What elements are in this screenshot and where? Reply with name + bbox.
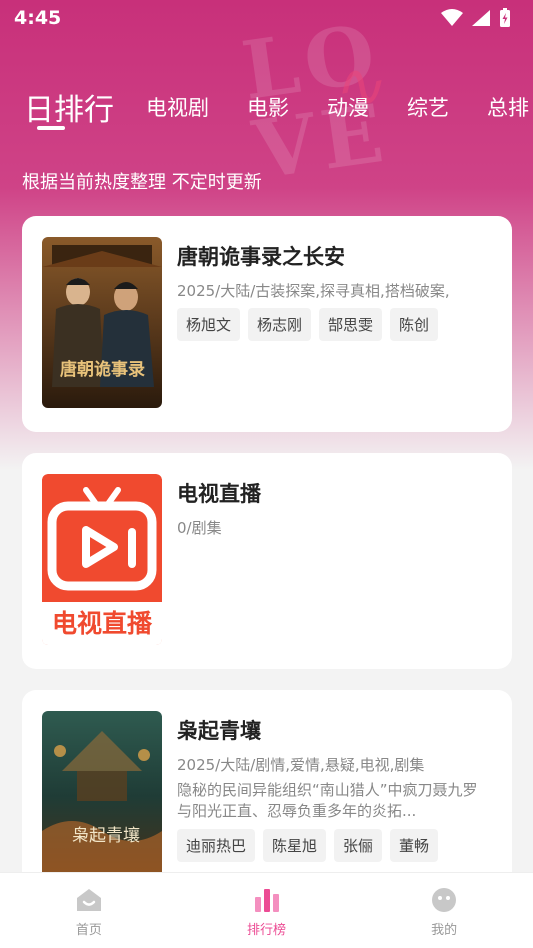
poster-image: 枭起青壤 (42, 711, 162, 882)
profile-icon (432, 888, 457, 912)
nav-profile[interactable]: 我的 (355, 873, 533, 948)
card-title: 枭起青壤 (177, 719, 261, 743)
card-description: 隐秘的民间异能组织“南山猎人”中疯刀聂九罗与阳光正直、忍辱负重多年的炎拓... (177, 781, 478, 820)
poster-image: 唐朝诡事录 (42, 237, 162, 408)
page-subtitle: 根据当前热度整理 不定时更新 (22, 172, 262, 193)
bottom-nav: 首页 排行榜 我的 (0, 872, 533, 948)
tag-list: 迪丽热巴 陈星旭 张俪 董畅 (177, 829, 439, 862)
ranking-card[interactable]: 电视直播 电视直播 0/剧集 (22, 453, 512, 669)
tab-daily-rank[interactable]: 日排行 (24, 85, 114, 129)
nav-profile-label: 我的 (431, 923, 458, 938)
category-tabs: 日排行 电视剧 电影 动漫 综艺 总排 (0, 82, 533, 132)
tv-live-logo: 电视直播 (42, 474, 162, 645)
logo-text: 电视直播 (52, 609, 153, 638)
tag-chip[interactable]: 杨志刚 (248, 308, 312, 341)
poster-title-art: 唐朝诡事录 (60, 359, 145, 380)
wifi-icon (441, 9, 463, 26)
active-tab-indicator (37, 126, 65, 130)
status-bar: 4:45 (0, 0, 533, 36)
tab-total-rank[interactable]: 总排 (487, 92, 529, 122)
tag-chip[interactable]: 迪丽热巴 (177, 829, 256, 862)
card-title: 唐朝诡事录之长安 (177, 245, 345, 269)
tag-chip[interactable]: 陈创 (390, 308, 439, 341)
signal-icon (472, 10, 490, 26)
tag-chip[interactable]: 陈星旭 (263, 829, 327, 862)
nav-ranking[interactable]: 排行榜 (178, 873, 356, 948)
nav-home-label: 首页 (75, 923, 102, 938)
tag-chip[interactable]: 张俪 (334, 829, 383, 862)
status-time: 4:45 (14, 7, 62, 29)
tab-anime[interactable]: 动漫 (327, 92, 369, 122)
chart-icon (254, 889, 279, 912)
card-meta: 2025/大陆/古装探案,探寻真相,搭档破案, (177, 282, 450, 300)
home-icon (76, 889, 101, 911)
card-title: 电视直播 (177, 482, 261, 506)
tab-movies[interactable]: 电影 (247, 92, 289, 122)
battery-icon (500, 8, 510, 27)
tag-chip[interactable]: 杨旭文 (177, 308, 241, 341)
ranking-card[interactable]: 唐朝诡事录 唐朝诡事录之长安 2025/大陆/古装探案,探寻真相,搭档破案, 杨… (22, 216, 512, 432)
poster-title-art: 枭起青壤 (72, 825, 140, 846)
tag-chip[interactable]: 董畅 (390, 829, 439, 862)
card-meta: 0/剧集 (177, 519, 222, 537)
tab-tv-series[interactable]: 电视剧 (146, 92, 209, 122)
ranking-card[interactable]: 枭起青壤 枭起青壤 2025/大陆/剧情,爱情,悬疑,电视,剧集 隐秘的民间异能… (22, 690, 512, 890)
nav-home[interactable]: 首页 (0, 873, 178, 948)
card-meta: 2025/大陆/剧情,爱情,悬疑,电视,剧集 (177, 756, 425, 774)
tag-chip[interactable]: 郜思雯 (319, 308, 383, 341)
tag-list: 杨旭文 杨志刚 郜思雯 陈创 (177, 308, 439, 341)
nav-ranking-label: 排行榜 (247, 923, 287, 938)
status-icons (441, 8, 511, 28)
tab-variety[interactable]: 综艺 (407, 92, 449, 122)
